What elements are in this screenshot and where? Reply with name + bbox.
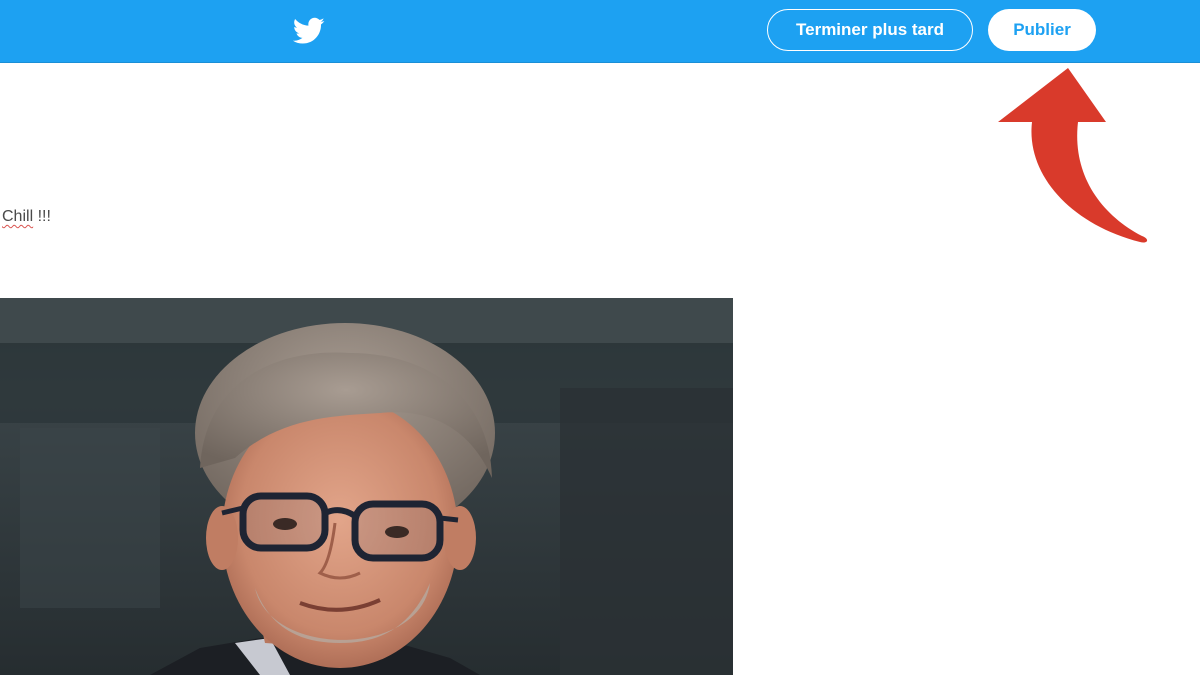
post-photo bbox=[0, 298, 733, 675]
post-text-word: Chill bbox=[2, 208, 34, 225]
publish-button[interactable]: Publier bbox=[988, 9, 1096, 51]
finish-later-button[interactable]: Terminer plus tard bbox=[767, 9, 973, 51]
publish-label: Publier bbox=[1013, 20, 1071, 39]
finish-later-label: Terminer plus tard bbox=[796, 20, 944, 39]
post-text-punctuation: !!! bbox=[33, 208, 51, 225]
post-text[interactable]: Chill !!! bbox=[2, 208, 51, 226]
top-bar: Terminer plus tard Publier bbox=[0, 0, 1200, 63]
portrait-photo bbox=[0, 298, 733, 675]
curved-arrow-up-icon bbox=[998, 68, 1148, 243]
twitter-bird-icon[interactable] bbox=[293, 17, 325, 45]
